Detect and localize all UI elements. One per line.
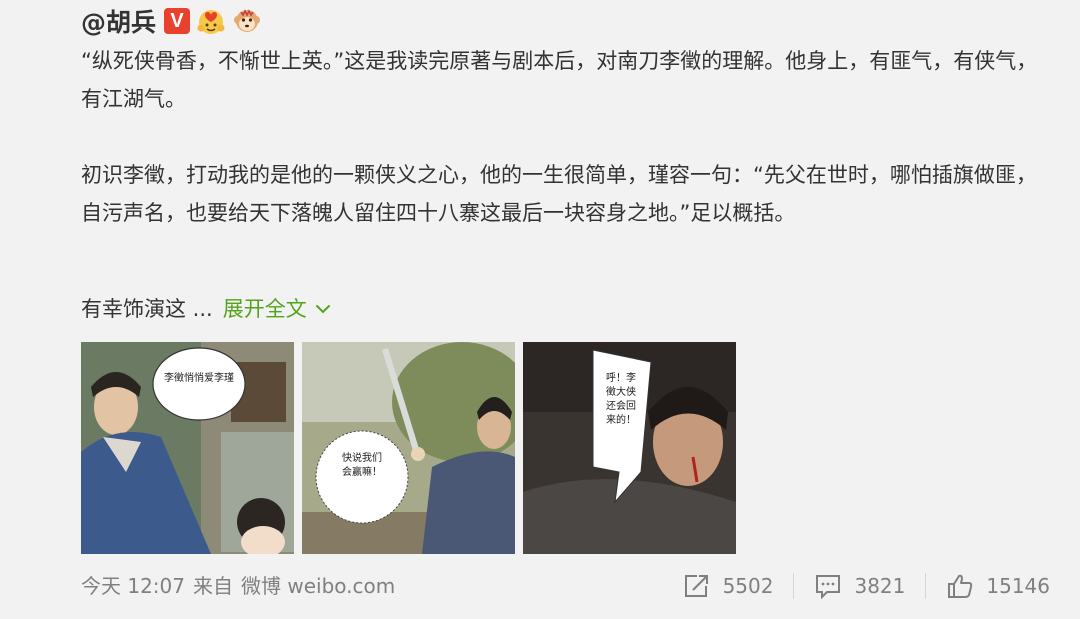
author-row: @胡兵 V (81, 3, 262, 39)
source-prefix: 来自 (193, 574, 233, 598)
post-image-2[interactable]: 快说我们会赢嘛！ (302, 342, 515, 554)
expand-full-text-link[interactable]: 展开全文 (223, 290, 331, 328)
divider (793, 573, 795, 599)
post-meta: 今天 12:07 来自 微博 weibo.com (81, 566, 395, 606)
speech-bubble-1: 李徵悄悄爱李瑾 (164, 373, 234, 384)
post-footer: 今天 12:07 来自 微博 weibo.com 5502 3821 15146 (0, 566, 1080, 606)
post-text: “纵死侠骨香，不惭世上英。”这是我读完原著与剧本后，对南刀李徵的理解。他身上，有… (81, 42, 1056, 232)
chevron-down-icon (315, 305, 330, 314)
author-name[interactable]: @胡兵 (81, 3, 156, 39)
post-paragraph-1: “纵死侠骨香，不惭世上英。”这是我读完原著与剧本后，对南刀李徵的理解。他身上，有… (81, 49, 1038, 111)
repost-button[interactable]: 5502 (683, 573, 774, 599)
heart-hands-icon[interactable] (196, 6, 226, 36)
monkey-face-icon[interactable] (232, 6, 262, 36)
thumbs-up-icon (948, 574, 973, 598)
comment-count: 3821 (854, 574, 906, 598)
image-grid: 李徵悄悄爱李瑾 快说我们会赢嘛！ 呼！李徵大侠还会回来的！ (81, 342, 744, 554)
truncated-text: 有幸饰演这 ... (81, 297, 213, 321)
post-time: 今天 12:07 (81, 574, 185, 598)
verified-v-icon[interactable]: V (164, 8, 191, 34)
expand-row: 有幸饰演这 ... 展开全文 (81, 290, 331, 328)
post-source[interactable]: 微博 weibo.com (241, 566, 395, 606)
expand-label: 展开全文 (222, 297, 307, 321)
action-bar: 5502 3821 15146 (683, 566, 1050, 606)
comment-button[interactable]: 3821 (814, 573, 905, 599)
post-paragraph-2: 初识李徵，打动我的是他的一颗侠义之心，他的一生很简单，瑾容一句：“先父在世时，哪… (81, 163, 1037, 225)
speech-bubble-3: 呼！李徵大侠还会回来的！ (606, 373, 636, 426)
like-count: 15146 (986, 574, 1050, 598)
post-image-3[interactable]: 呼！李徵大侠还会回来的！ (523, 342, 736, 554)
post-image-1[interactable]: 李徵悄悄爱李瑾 (81, 342, 294, 554)
comment-icon (816, 575, 841, 599)
speech-bubble-2: 快说我们会赢嘛！ (342, 453, 382, 478)
repost-icon (684, 575, 708, 597)
divider (925, 573, 927, 599)
like-button[interactable]: 15146 (946, 573, 1050, 599)
repost-count: 5502 (722, 574, 774, 598)
